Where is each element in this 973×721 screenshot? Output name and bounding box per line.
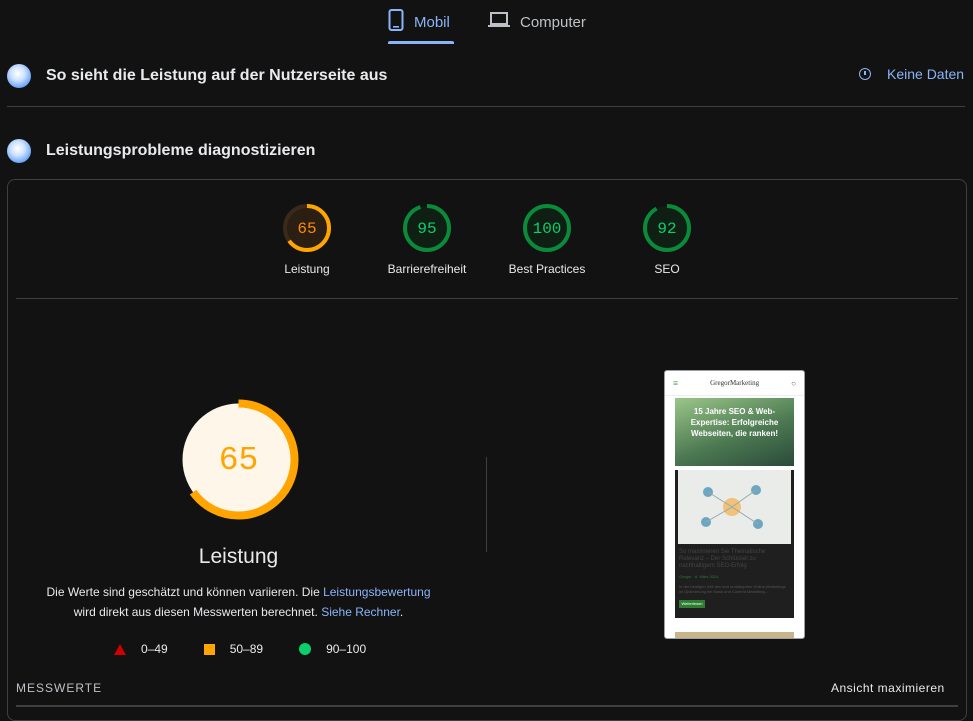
desc-text: Die Werte sind geschätzt und können vari… xyxy=(46,585,324,599)
square-icon xyxy=(203,643,215,655)
score-gauge-accessibility[interactable]: 95 Barrierefreiheit xyxy=(367,203,487,276)
screenshot-site-name: GregorMarketing xyxy=(710,379,760,387)
score-ring: 95 xyxy=(403,204,451,252)
score-ring: 92 xyxy=(643,204,691,252)
screenshot-post-title: So maximieren Sie Thematische Relevanz –… xyxy=(679,549,766,569)
main-score-description: Die Werte sind geschätzt und können vari… xyxy=(0,582,477,622)
score-value: 92 xyxy=(657,220,676,238)
main-score-title: Leistung xyxy=(198,545,279,568)
field-data-header: So sieht die Leistung auf der Nutzerseit… xyxy=(7,64,387,88)
vertical-divider xyxy=(486,457,487,552)
screenshot-post-card: So maximieren Sie Thematische Relevanz –… xyxy=(675,470,794,618)
page-screenshot[interactable]: ≡ GregorMarketing ○ 15 Jahre SEO & Web-E… xyxy=(664,370,805,639)
calculator-link[interactable]: Siehe Rechner xyxy=(321,605,400,619)
score-label: Best Practices xyxy=(508,262,586,276)
main-score-value: 65 xyxy=(219,442,259,479)
screenshot-next-card xyxy=(675,632,794,638)
metrics-heading: MESSWERTE xyxy=(16,681,103,695)
lab-data-icon xyxy=(7,139,31,163)
legend-item-fail: 0–49 xyxy=(114,642,168,656)
legend-item-pass: 90–100 xyxy=(299,642,366,656)
info-icon xyxy=(859,68,871,80)
legend-label: 90–100 xyxy=(326,642,367,656)
desc-text: . xyxy=(399,605,404,619)
phone-icon xyxy=(388,9,404,35)
search-icon: ○ xyxy=(791,378,796,388)
scores-divider xyxy=(16,298,958,299)
score-label: Leistung xyxy=(284,262,330,276)
score-value: 65 xyxy=(297,220,316,238)
score-label: Barrierefreiheit xyxy=(387,262,467,276)
score-label: SEO xyxy=(654,262,680,276)
score-ring: 100 xyxy=(523,204,571,252)
tab-mobile-label: Mobil xyxy=(414,13,450,31)
main-score-gauge: 65 xyxy=(178,399,299,520)
legend-label: 50–89 xyxy=(229,642,264,656)
active-tab-indicator xyxy=(388,41,454,44)
laptop-icon xyxy=(488,11,510,33)
field-data-icon xyxy=(7,64,31,88)
screenshot-post-meta: Gregor · 6. März 2024 xyxy=(679,574,719,579)
screenshot-post-excerpt: In der heutigen Zeit des hart umkämpften… xyxy=(679,584,786,594)
score-value: 100 xyxy=(533,220,562,238)
tab-mobile[interactable]: Mobil xyxy=(388,8,450,36)
score-gauge-best-practices[interactable]: 100 Best Practices xyxy=(487,203,607,276)
screenshot-hero: 15 Jahre SEO & Web-Expertise: Erfolgreic… xyxy=(675,398,794,466)
score-ring: 65 xyxy=(283,204,331,252)
screenshot-header: ≡ GregorMarketing ○ xyxy=(665,371,804,396)
score-gauge-seo[interactable]: 92 SEO xyxy=(607,203,727,276)
diagnose-header: Leistungsprobleme diagnostizieren xyxy=(7,139,315,163)
score-value: 95 xyxy=(417,220,436,238)
no-data-link[interactable]: Keine Daten xyxy=(859,66,964,82)
tab-desktop-label: Computer xyxy=(520,13,586,31)
legend-item-average: 50–89 xyxy=(203,642,264,656)
menu-icon: ≡ xyxy=(673,378,679,388)
field-data-title: So sieht die Leistung auf der Nutzerseit… xyxy=(46,67,388,84)
screenshot-post-image xyxy=(678,470,791,544)
score-legend: 0–49 50–89 90–100 xyxy=(114,642,402,656)
score-gauge-performance[interactable]: 65 Leistung xyxy=(247,203,367,276)
divider xyxy=(7,106,965,107)
legend-label: 0–49 xyxy=(141,642,168,656)
expand-view-button[interactable]: Ansicht maximieren xyxy=(831,681,945,695)
screenshot-read-more-button: Weiterlesen xyxy=(679,600,705,608)
desc-text: wird direkt aus diesen Messwerten berech… xyxy=(73,605,322,619)
circle-icon xyxy=(299,643,312,655)
device-tabs: Mobil Computer xyxy=(0,0,973,46)
diagnose-title: Leistungsprobleme diagnostizieren xyxy=(46,142,316,159)
tab-desktop[interactable]: Computer xyxy=(488,8,586,36)
triangle-icon xyxy=(114,643,126,655)
score-link[interactable]: Leistungsbewertung xyxy=(323,585,430,599)
no-data-label: Keine Daten xyxy=(887,66,965,82)
